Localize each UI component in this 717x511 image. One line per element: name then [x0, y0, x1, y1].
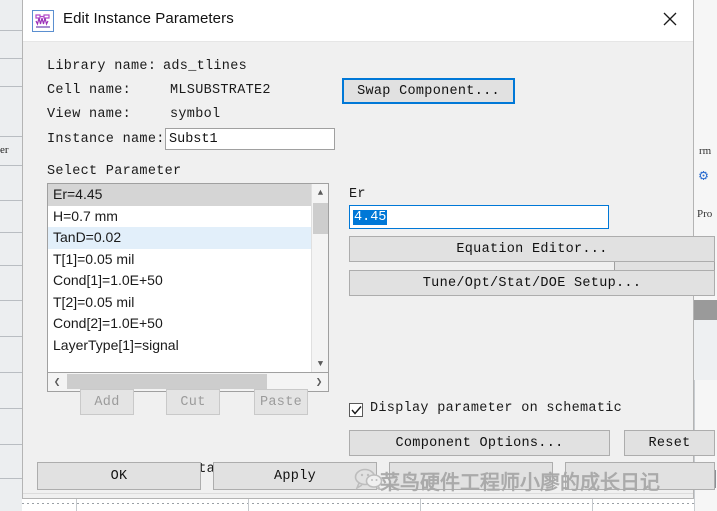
background-left-row-divider [0, 444, 22, 445]
background-left-panel [0, 0, 23, 511]
background-spreadsheet-grid [22, 497, 694, 511]
chevron-up-icon[interactable]: ▲ [312, 184, 329, 201]
help-button[interactable]: Help [565, 462, 715, 490]
ok-button[interactable]: OK [37, 462, 201, 490]
background-left-row-divider [0, 336, 22, 337]
grid-horizontal-line [22, 503, 694, 504]
background-left-row-divider [0, 408, 22, 409]
parameter-name-label: Er [349, 187, 366, 202]
edit-instance-parameters-dialog: Edit Instance Parameters Library name: a… [22, 0, 694, 499]
view-name-label: View name: [47, 107, 131, 122]
close-icon[interactable] [647, 0, 693, 41]
tune-opt-stat-doe-setup-button[interactable]: Tune/Opt/Stat/DOE Setup... [349, 270, 715, 296]
scrollbar-thumb[interactable] [67, 374, 267, 389]
background-right-text: rm [699, 145, 711, 157]
list-item[interactable]: T[2]=0.05 mil [48, 292, 313, 314]
parameter-value-input[interactable]: 4.45 [349, 205, 609, 229]
page-title: Edit Instance Parameters [63, 10, 234, 27]
scrollbar-thumb[interactable] [313, 203, 328, 234]
gear-icon: ⚙ [699, 169, 715, 185]
dialog-body: Library name: ads_tlines Cell name: MLSU… [23, 42, 693, 498]
background-left-row-divider [0, 232, 22, 233]
list-item[interactable]: T[1]=0.05 mil [48, 249, 313, 271]
instance-name-input[interactable] [165, 128, 335, 150]
schematic-component-icon [32, 10, 54, 32]
library-name-value: ads_tlines [163, 59, 247, 74]
background-right-section [694, 320, 717, 380]
parameter-list[interactable]: Er=4.45H=0.7 mmTanD=0.02T[1]=0.05 milCon… [47, 183, 329, 373]
library-name-label: Library name: [47, 59, 156, 74]
chevron-left-icon[interactable]: ❮ [48, 373, 66, 390]
equation-editor-button[interactable]: Equation Editor... [349, 236, 715, 262]
list-item[interactable]: Cond[1]=1.0E+50 [48, 270, 313, 292]
chevron-right-icon[interactable]: ❯ [310, 373, 328, 390]
background-left-row-divider [0, 58, 22, 59]
background-left-row-divider [0, 478, 22, 479]
add-button[interactable]: Add [80, 389, 134, 415]
view-name-value: symbol [170, 107, 220, 122]
background-right-scroll-thumb[interactable] [694, 300, 717, 320]
background-left-row-divider [0, 265, 22, 266]
background-left-row-divider [0, 200, 22, 201]
list-item[interactable]: TanD=0.02 [48, 227, 313, 249]
instance-name-label: Instance name: [47, 132, 165, 147]
grid-line [76, 497, 77, 511]
background-left-label: er [0, 144, 22, 156]
parameter-list-items[interactable]: Er=4.45H=0.7 mmTanD=0.02T[1]=0.05 milCon… [48, 184, 313, 372]
list-item[interactable]: LayerType[1]=signal [48, 335, 313, 357]
parameter-list-vertical-scrollbar[interactable]: ▲ ▼ [311, 184, 328, 372]
grid-line [592, 497, 593, 511]
background-left-row-divider [0, 300, 22, 301]
dialog-title-bar: Edit Instance Parameters [23, 0, 693, 42]
footer-divider [23, 493, 693, 494]
parameter-value-text: 4.45 [353, 210, 387, 225]
background-left-row-divider [0, 165, 22, 166]
list-item[interactable]: H=0.7 mm [48, 206, 313, 228]
cell-name-value: MLSUBSTRATE2 [170, 83, 271, 98]
list-item[interactable]: Cond[2]=1.0E+50 [48, 313, 313, 335]
background-left-row-divider [0, 372, 22, 373]
paste-button[interactable]: Paste [254, 389, 308, 415]
cut-button[interactable]: Cut [166, 389, 220, 415]
background-left-row-divider [0, 30, 22, 31]
select-parameter-heading: Select Parameter [47, 164, 181, 179]
cell-name-label: Cell name: [47, 83, 131, 98]
apply-button[interactable]: Apply [213, 462, 377, 490]
grid-line [248, 497, 249, 511]
display-parameter-label: Display parameter on schematic [370, 401, 622, 416]
background-left-row-divider [0, 136, 22, 137]
grid-line [420, 497, 421, 511]
display-parameter-checkbox[interactable] [349, 403, 363, 417]
background-right-text: Pro [697, 208, 712, 220]
list-item[interactable]: Er=4.45 [48, 184, 313, 206]
reset-button[interactable]: Reset [624, 430, 715, 456]
chevron-down-icon[interactable]: ▼ [312, 355, 329, 372]
background-left-row-divider [0, 86, 22, 87]
cancel-button[interactable]: Cancel [389, 462, 553, 490]
component-options-button[interactable]: Component Options... [349, 430, 610, 456]
swap-component-button[interactable]: Swap Component... [342, 78, 515, 104]
